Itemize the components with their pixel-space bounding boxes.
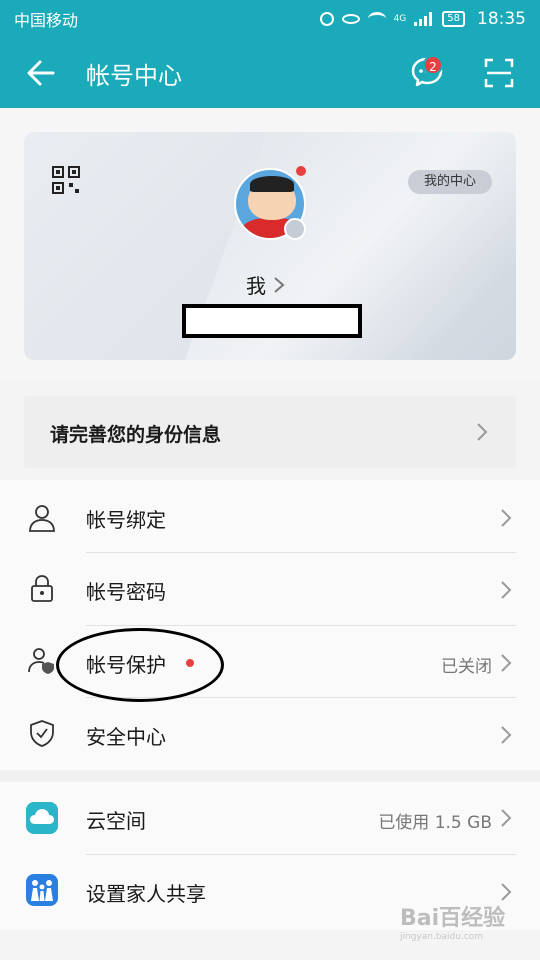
item-label: 帐号密码 bbox=[86, 580, 166, 604]
clock: 18:35 bbox=[477, 9, 526, 29]
list-item-account-binding[interactable]: 帐号绑定 bbox=[0, 482, 540, 554]
item-label: 帐号绑定 bbox=[86, 508, 166, 532]
annotation-circle bbox=[56, 628, 224, 702]
chevron-right-icon bbox=[501, 809, 512, 827]
list-item-cloud-space[interactable]: 云空间 已使用 1.5 GB bbox=[0, 782, 540, 854]
chevron-right-icon bbox=[501, 883, 512, 901]
divider bbox=[86, 552, 516, 553]
item-label: 云空间 bbox=[86, 809, 146, 833]
message-badge: 2 bbox=[423, 55, 443, 75]
chevron-right-icon bbox=[477, 423, 488, 441]
cloud-icon bbox=[26, 802, 58, 834]
chevron-right-icon bbox=[501, 726, 512, 744]
battery-icon: 58 bbox=[442, 11, 465, 27]
item-label: 安全中心 bbox=[86, 725, 166, 749]
status-icons: 4G 58 18:35 bbox=[319, 9, 526, 29]
alarm-icon bbox=[319, 12, 334, 26]
family-share-icon bbox=[26, 874, 58, 906]
item-value: 已使用 1.5 GB bbox=[378, 813, 492, 833]
banner-label: 请完善您的身份信息 bbox=[50, 424, 222, 446]
scan-icon[interactable] bbox=[484, 58, 514, 88]
wifi-icon bbox=[367, 12, 386, 26]
signal-icon bbox=[414, 12, 434, 26]
chevron-right-icon bbox=[501, 654, 512, 672]
person-shield-icon bbox=[28, 648, 54, 674]
item-label: 设置家人共享 bbox=[86, 882, 206, 906]
watermark-main: Bai百经验 bbox=[400, 906, 506, 931]
avatar-notification-dot bbox=[296, 166, 306, 176]
divider bbox=[86, 854, 516, 855]
profile-name-link[interactable]: 我 bbox=[246, 270, 286, 299]
divider bbox=[86, 625, 516, 626]
lock-icon bbox=[31, 575, 53, 602]
status-bar: 中国移动 4G 58 18:35 bbox=[0, 0, 540, 38]
person-icon bbox=[29, 505, 55, 532]
page-title: 帐号中心 bbox=[86, 62, 182, 90]
qr-code-icon[interactable] bbox=[52, 166, 80, 194]
watermark-sub: jingyan.baidu.com bbox=[400, 932, 484, 942]
watermark: Bai百经验 jingyan.baidu.com bbox=[400, 900, 505, 942]
redacted-account-id bbox=[182, 304, 362, 338]
carrier-name: 中国移动 bbox=[14, 11, 79, 30]
network-type: 4G bbox=[393, 14, 407, 24]
list-item-account-password[interactable]: 帐号密码 bbox=[0, 554, 540, 626]
my-center-button[interactable]: 我的中心 bbox=[408, 170, 492, 194]
member-level-icon bbox=[284, 218, 306, 240]
back-arrow-icon[interactable] bbox=[26, 58, 56, 88]
list-item-security-center[interactable]: 安全中心 bbox=[0, 699, 540, 771]
app-bar: 帐号中心 bbox=[0, 38, 540, 108]
shield-check-icon bbox=[30, 720, 54, 747]
section-gap bbox=[0, 770, 540, 782]
chevron-right-icon bbox=[274, 276, 285, 293]
item-value: 已关闭 bbox=[441, 657, 492, 677]
chevron-right-icon bbox=[501, 509, 512, 527]
eye-comfort-icon bbox=[341, 14, 360, 24]
complete-identity-banner[interactable]: 请完善您的身份信息 bbox=[24, 396, 516, 468]
chevron-right-icon bbox=[501, 581, 512, 599]
profile-name: 我 bbox=[246, 274, 266, 298]
